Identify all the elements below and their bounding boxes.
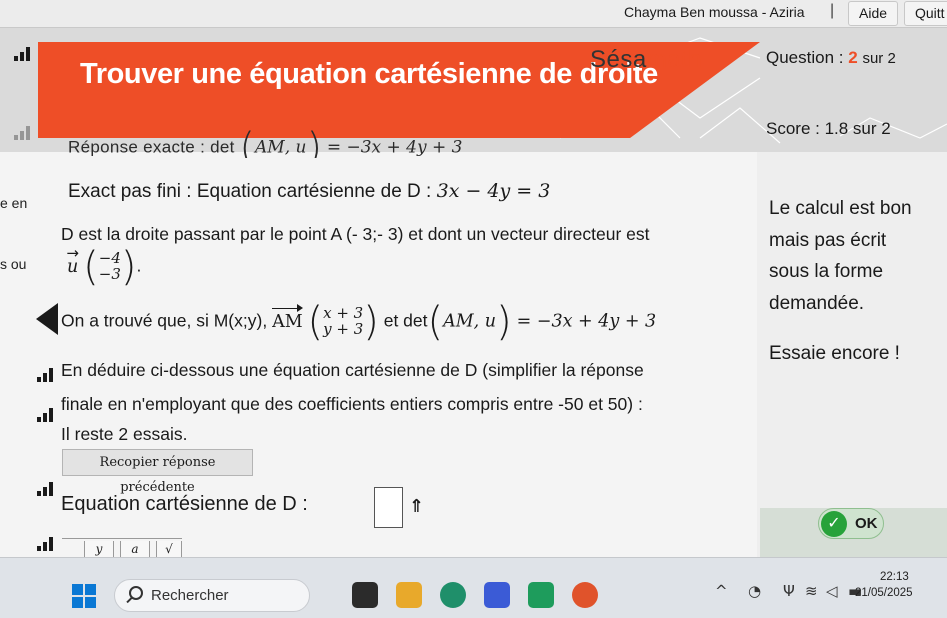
search-placeholder: Rechercher	[151, 587, 229, 604]
stats-icon[interactable]	[37, 482, 55, 496]
help-button[interactable]: Aide	[848, 1, 899, 26]
stats-icon[interactable]	[37, 408, 55, 422]
vector-am-components: x + 3y + 3	[323, 305, 364, 338]
question-current: 2	[848, 48, 858, 67]
tries-left: Il reste 2 essais.	[61, 424, 188, 444]
math-toolbar: y a √	[62, 538, 182, 558]
user-name: Chayma Ben moussa - Aziria	[624, 4, 805, 20]
app-icon[interactable]	[528, 582, 554, 608]
direction-vector: u (−4−3).	[61, 247, 141, 287]
ok-label: OK	[855, 515, 878, 532]
stats-icon[interactable]	[37, 537, 55, 551]
feedback-line: mais pas écrit	[769, 229, 887, 251]
page-title: Trouver une équation cartésienne de droi…	[80, 58, 658, 90]
vector-am-name: AM	[272, 304, 303, 332]
math-toolbar-item[interactable]: y	[84, 541, 114, 558]
wifi-icon[interactable]: ≋	[805, 582, 818, 600]
logo-prefix: Sésa	[590, 46, 647, 73]
am-label: AM	[272, 311, 303, 332]
taskbar-search[interactable]: Rechercher	[114, 579, 310, 612]
equation-input[interactable]	[374, 487, 403, 528]
question-total: sur 2	[862, 50, 896, 67]
found-statement: On a trouvé que, si M(x;y), AM (x + 3y +…	[61, 299, 657, 345]
volume-icon[interactable]: ◁	[826, 582, 838, 600]
stats-icon[interactable]	[14, 47, 32, 61]
vector-u-y: −3	[98, 265, 121, 283]
feedback-line: demandée.	[769, 292, 865, 314]
taskbar: Rechercher ^ ◔ Ψ ≋ ◁ ▬ 22:13 21/05/2025	[0, 557, 947, 618]
clock-date[interactable]: 21/05/2025	[855, 587, 913, 599]
network-icon[interactable]: Ψ	[783, 582, 795, 600]
clock-time[interactable]: 22:13	[880, 571, 909, 583]
check-icon: ✓	[821, 511, 847, 537]
try-again-text: Essaie encore !	[769, 343, 900, 364]
det-result: = −3x + 4y + 3	[516, 311, 657, 332]
feedback-line: sous la forme	[769, 261, 884, 282]
det-vectors: AM, u	[443, 311, 497, 332]
sesamath-logo: Sésamath	[590, 46, 702, 74]
cut-text: s ou	[0, 256, 27, 272]
question-counter: Question : 2 sur 2	[766, 48, 896, 68]
play-audio-button[interactable]	[36, 303, 58, 335]
found-prefix: On a trouvé que, si M(x;y),	[61, 310, 268, 331]
chevron-up-icon[interactable]: ^	[715, 582, 728, 600]
copy-previous-answer-button[interactable]: Recopier réponse précédente	[62, 449, 253, 495]
score: Score : 1.8 sur 2	[766, 119, 891, 138]
edge-icon[interactable]	[440, 582, 466, 608]
equation-label: Equation cartésienne de D :	[61, 493, 308, 515]
question-label: Question :	[766, 48, 844, 67]
math-toolbar-item[interactable]: a	[120, 541, 150, 558]
stats-icon[interactable]	[14, 126, 32, 140]
logo-suffix: math	[646, 46, 703, 73]
quit-button[interactable]: Quitt	[904, 1, 947, 26]
problem-statement: D est la droite passant par le point A (…	[61, 224, 650, 244]
previous-answer-vectors: AM, u	[255, 137, 307, 158]
top-bar: Chayma Ben moussa - Aziria | Aide Quitt	[0, 0, 947, 28]
vector-u-name: u	[67, 257, 78, 277]
result-prefix: Exact pas fini : Equation cartésienne de…	[68, 181, 432, 202]
vector-u-components: −4 −3	[98, 250, 121, 283]
store-icon[interactable]	[484, 582, 510, 608]
instruction-line: finale en n'employant que des coefficien…	[61, 394, 643, 414]
windows-start-icon[interactable]	[72, 584, 96, 608]
expand-toolbar-button[interactable]: ⇑	[409, 496, 424, 517]
separator: |	[830, 2, 835, 19]
result-line: Exact pas fini : Equation cartésienne de…	[68, 180, 550, 203]
feedback-line: Le calcul est bon	[769, 198, 912, 219]
previous-answer: Réponse exacte : det (AM, u) = −3x + 4y …	[68, 128, 463, 158]
instruction-line: En déduire ci-dessous une équation carté…	[61, 360, 644, 380]
stats-icon[interactable]	[37, 368, 55, 382]
math-toolbar-item[interactable]: √	[156, 541, 182, 558]
ok-button[interactable]: ✓ OK	[818, 508, 884, 539]
firefox-icon[interactable]	[572, 582, 598, 608]
previous-answer-text: Réponse exacte : det	[68, 137, 235, 157]
folder-icon[interactable]	[396, 582, 422, 608]
feedback-message: Le calcul est bon mais pas écrit sous la…	[769, 193, 912, 319]
tray-app-icon[interactable]: ◔	[748, 582, 761, 600]
cut-text: e en	[0, 195, 28, 211]
previous-answer-result: = −3x + 4y + 3	[326, 137, 463, 158]
vector-am-y: y + 3	[323, 320, 364, 338]
app-icon[interactable]	[352, 582, 378, 608]
det-label: et det	[383, 310, 428, 331]
result-equation: 3x − 4y = 3	[436, 180, 551, 202]
search-icon	[129, 586, 143, 600]
left-panel	[0, 152, 60, 557]
